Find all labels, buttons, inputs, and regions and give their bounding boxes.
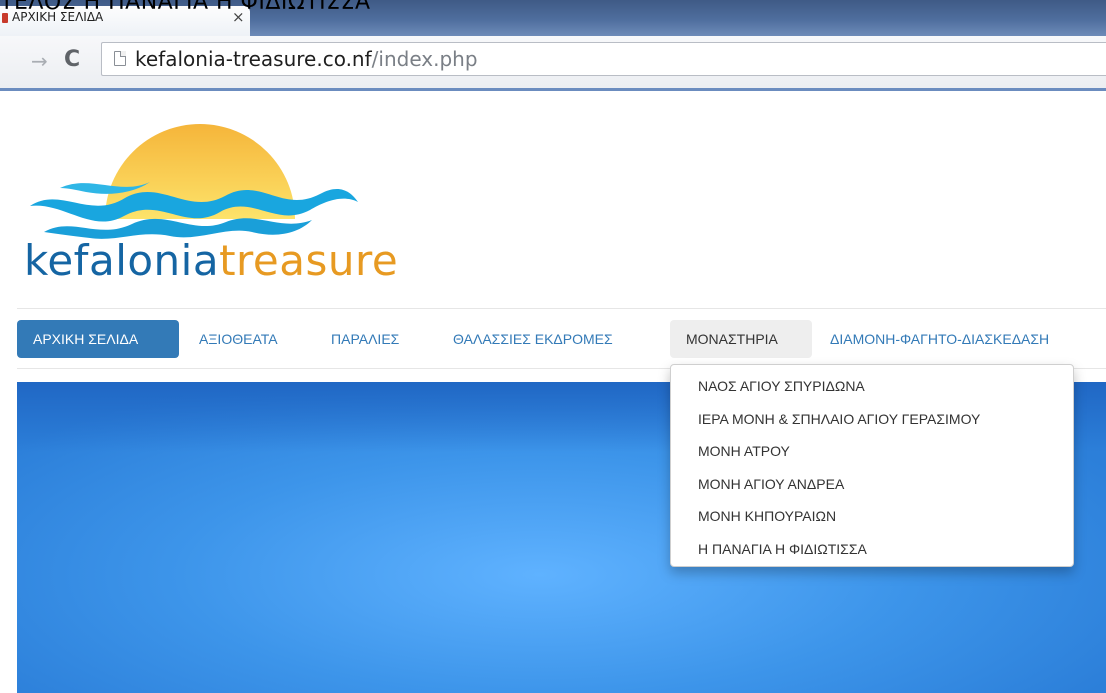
tab-close-icon[interactable]: × <box>232 8 245 26</box>
reload-icon[interactable]: C <box>64 47 80 72</box>
site-logo[interactable]: kefaloniatreasure <box>20 124 398 294</box>
logo-text: kefaloniatreasure <box>24 236 398 285</box>
url-text[interactable]: kefalonia-treasure.co.nf/index.php <box>135 47 478 71</box>
dropdown-item-agios-andreas[interactable]: ΜΟΝΗ ΑΓΙΟΥ ΑΝΔΡΕΑ <box>671 468 1073 501</box>
forward-arrow-icon[interactable]: → <box>31 49 48 73</box>
logo-word-kefalonia: kefalonia <box>24 236 220 285</box>
browser-toolbar: → C kefalonia-treasure.co.nf/index.php <box>0 36 1106 91</box>
dropdown-item-agios-spyridon[interactable]: ΝΑΟΣ ΑΓΙΟΥ ΣΠΥΡΙΔΩΝΑ <box>671 370 1073 403</box>
nav-divider-top <box>17 308 1106 309</box>
dropdown-item-kipouraion[interactable]: ΜΟΝΗ ΚΗΠΟΥΡΑΙΩΝ <box>671 500 1073 533</box>
nav-item-home[interactable]: ΑΡΧΙΚΗ ΣΕΛΙΔΑ <box>17 320 179 358</box>
nav-item-stay-food-fun[interactable]: ΔΙΑΜΟΝΗ-ΦΑΓΗΤΟ-ΔΙΑΣΚΕΔΑΣΗ <box>814 320 1106 358</box>
logo-word-treasure: treasure <box>219 236 399 285</box>
dropdown-item-panagia-fidiotissa[interactable]: Η ΠΑΝΑΓΙΑ Η ΦΙΔΙΩΤΙΣΣΑ <box>671 533 1073 566</box>
nav-item-sea-excursions[interactable]: ΘΑΛΑΣΣΙΕΣ ΕΚΔΡΟΜΕΣ <box>437 320 672 358</box>
dropdown-item-agios-gerasimos[interactable]: ΙΕΡΑ ΜΟΝΗ & ΣΠΗΛΑΙΟ ΑΓΙΟΥ ΓΕΡΑΣΙΜΟΥ <box>671 403 1073 436</box>
nav-item-beaches[interactable]: ΠΑΡΑΛΙΕΣ <box>315 320 435 358</box>
page-icon <box>114 51 126 66</box>
address-bar[interactable]: kefalonia-treasure.co.nf/index.php <box>101 42 1106 76</box>
tab-title: ΑΡΧΙΚΗ ΣΕΛΙΔΑ <box>12 10 104 24</box>
nav-item-monasteries[interactable]: ΜΟΝΑΣΤΗΡΙΑ <box>670 320 812 358</box>
url-host: kefalonia-treasure.co.nf <box>135 47 372 71</box>
sun-waves-logo-icon <box>30 124 358 239</box>
monasteries-dropdown: ΝΑΟΣ ΑΓΙΟΥ ΣΠΥΡΙΔΩΝΑ ΙΕΡΑ ΜΟΝΗ & ΣΠΗΛΑΙΟ… <box>670 364 1074 567</box>
nav-item-sights[interactable]: ΑΞΙΟΘΕΑΤΑ <box>183 320 308 358</box>
dropdown-item-atrou[interactable]: ΜΟΝΗ ΑΤΡΟΥ <box>671 435 1073 468</box>
url-path: /index.php <box>371 47 478 71</box>
